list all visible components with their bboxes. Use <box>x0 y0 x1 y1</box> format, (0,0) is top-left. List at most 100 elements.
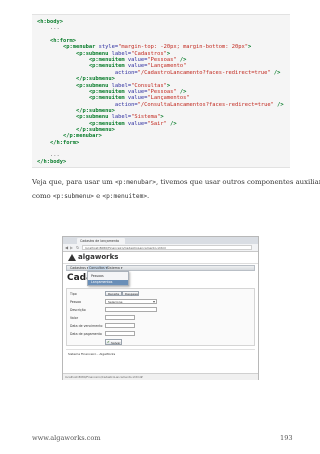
code-token: <p:submenu <box>75 82 112 89</box>
code-token: <p:menuitem <box>88 57 128 64</box>
code-token: </h:form> <box>49 139 80 146</box>
dropdown-item-pessoas[interactable]: Pessoas <box>88 274 128 279</box>
code-token: /> <box>270 69 281 76</box>
app-header: algaworks <box>63 252 258 264</box>
code-line: ... <box>37 25 60 32</box>
descricao-input[interactable] <box>105 307 157 312</box>
back-icon[interactable]: ◀ <box>65 245 68 250</box>
code-token: "Pessoas" <box>147 57 177 64</box>
paragraph-line-1: Veja que, para usar um <p:menubar>, tive… <box>32 178 320 186</box>
code-token: <p:menuitem <box>88 120 128 127</box>
pessoa-selected-value: Selecione <box>108 300 123 304</box>
valor-input[interactable] <box>105 315 135 320</box>
label-tipo: Tipo <box>70 292 77 296</box>
paragraph-text: Veja que, para usar um <box>32 178 116 186</box>
pessoa-select[interactable]: Selecione ▾ <box>105 299 157 304</box>
code-token: value= <box>127 120 148 127</box>
code-token: value= <box>127 88 148 95</box>
dropdown-item-label: Lançamentos <box>91 280 113 284</box>
code-token: /> <box>273 101 284 108</box>
label-data-pagamento: Data de pagamento <box>70 332 102 336</box>
url-text: localhost:8080/Financeiro/CadastroLancam… <box>85 246 166 250</box>
logo-text: algaworks <box>78 253 119 261</box>
dropdown-item-label: Pessoas <box>91 274 104 278</box>
code-token: "margin-top: -20px; margin-bottom: 20px" <box>118 44 248 51</box>
code-token: /> <box>166 120 177 127</box>
code-token: "Cadastros" <box>131 50 167 57</box>
code-token: action= <box>114 101 138 108</box>
app-footer-text: Sistema Financeiro - AlgaWorks <box>68 352 116 356</box>
code-token: > <box>166 50 171 57</box>
code-token: ... <box>49 152 60 159</box>
menu-consultas[interactable]: Consultas ▾ <box>88 266 109 270</box>
menu-cadastros[interactable]: Cadastros ▾ <box>70 266 89 270</box>
code-token: <h:body> <box>37 19 63 25</box>
code-token: label= <box>111 82 132 89</box>
browser-tab-bar: Cadastro de lançamento <box>63 237 258 244</box>
app-footer: Sistema Financeiro - AlgaWorks <box>66 349 255 358</box>
label-pessoa: Pessoa <box>70 300 81 304</box>
code-token: </p:submenu> <box>75 126 115 133</box>
code-token: "Pessoas" <box>147 88 177 95</box>
menu-sistema[interactable]: Sistema ▾ <box>107 266 122 270</box>
reload-icon[interactable]: ↻ <box>76 245 79 250</box>
code-token: "Lançamentos" <box>147 95 190 102</box>
receita-button[interactable]: Receita <box>105 291 122 296</box>
tab-title: Cadastro de lançamento <box>80 239 120 243</box>
inline-code-submenu: <p:submenu> <box>52 193 94 200</box>
code-token: <p:menuitem <box>88 88 128 95</box>
button-label: Despesa <box>125 292 138 296</box>
status-url: localhost:8080/Financeiro/CadastroLancam… <box>65 375 143 379</box>
code-token: <p:menubar <box>62 44 99 51</box>
algaworks-logo-icon <box>68 254 76 261</box>
button-label: Receita <box>108 292 120 296</box>
paragraph-line-2: como <p:submenu> e <p:menuitem>. <box>32 192 149 200</box>
footer-site: www.algaworks.com <box>32 434 101 442</box>
code-token: </p:submenu> <box>75 107 115 114</box>
code-token: value= <box>127 57 148 64</box>
code-token: "/ConsultaLancamentos?faces-redirect=tru… <box>137 101 274 108</box>
code-token: <h:form> <box>49 38 76 45</box>
code-token: label= <box>111 114 132 121</box>
form-panel: Tipo Receita Despesa Pessoa Selecione ▾ … <box>66 288 255 346</box>
code-token: </h:body> <box>37 158 67 165</box>
code-token: ... <box>49 25 60 32</box>
code-token: "Sair" <box>147 120 167 127</box>
code-token: > <box>247 44 252 51</box>
code-token: <p:menuitem <box>88 95 128 102</box>
code-token: </p:submenu> <box>75 76 115 83</box>
code-token: "Lançamento" <box>147 63 187 70</box>
save-button[interactable]: ✔ Salvar <box>105 339 122 345</box>
label-descricao: Descrição <box>70 308 86 312</box>
status-bar: localhost:8080/Financeiro/CadastroLancam… <box>63 373 258 380</box>
despesa-button[interactable]: Despesa <box>122 291 139 296</box>
url-field[interactable]: localhost:8080/Financeiro/CadastroLancam… <box>82 245 252 250</box>
chevron-down-icon: ▾ <box>152 299 155 304</box>
code-line: </h:form> <box>37 140 79 147</box>
data-vencimento-input[interactable] <box>105 323 135 328</box>
code-token: "Sistema" <box>131 114 161 121</box>
code-token: "Consultas" <box>131 82 167 89</box>
label-valor: Valor <box>70 316 79 320</box>
label-data-vencimento: Data de vencimento <box>70 324 103 328</box>
code-token: > <box>166 82 171 89</box>
code-token: label= <box>111 50 132 57</box>
code-token: "/CadastroLancamento?faces-redirect=true… <box>137 69 271 76</box>
forward-icon[interactable]: ▶ <box>70 245 73 250</box>
inline-code-menuitem: <p:menuitem> <box>102 193 148 200</box>
check-icon: ✔ <box>107 340 110 344</box>
code-token: value= <box>127 63 148 70</box>
inline-code-menubar: <p:menubar> <box>115 179 156 186</box>
code-line: </h:body> <box>37 159 66 166</box>
code-token: style= <box>98 44 119 51</box>
dropdown-item-lancamentos[interactable]: Lançamentos <box>88 280 128 285</box>
data-pagamento-input[interactable] <box>105 331 135 336</box>
code-token: action= <box>114 69 138 76</box>
address-bar-row: ◀ ▶ ↻ localhost:8080/Financeiro/Cadastro… <box>63 244 258 252</box>
code-token: value= <box>127 95 148 102</box>
code-token: </p:menubar> <box>62 133 102 140</box>
code-token: <p:submenu <box>75 50 112 57</box>
paragraph-text: como <box>32 192 53 200</box>
code-token: <p:submenu <box>75 114 112 121</box>
code-token: > <box>160 114 164 121</box>
